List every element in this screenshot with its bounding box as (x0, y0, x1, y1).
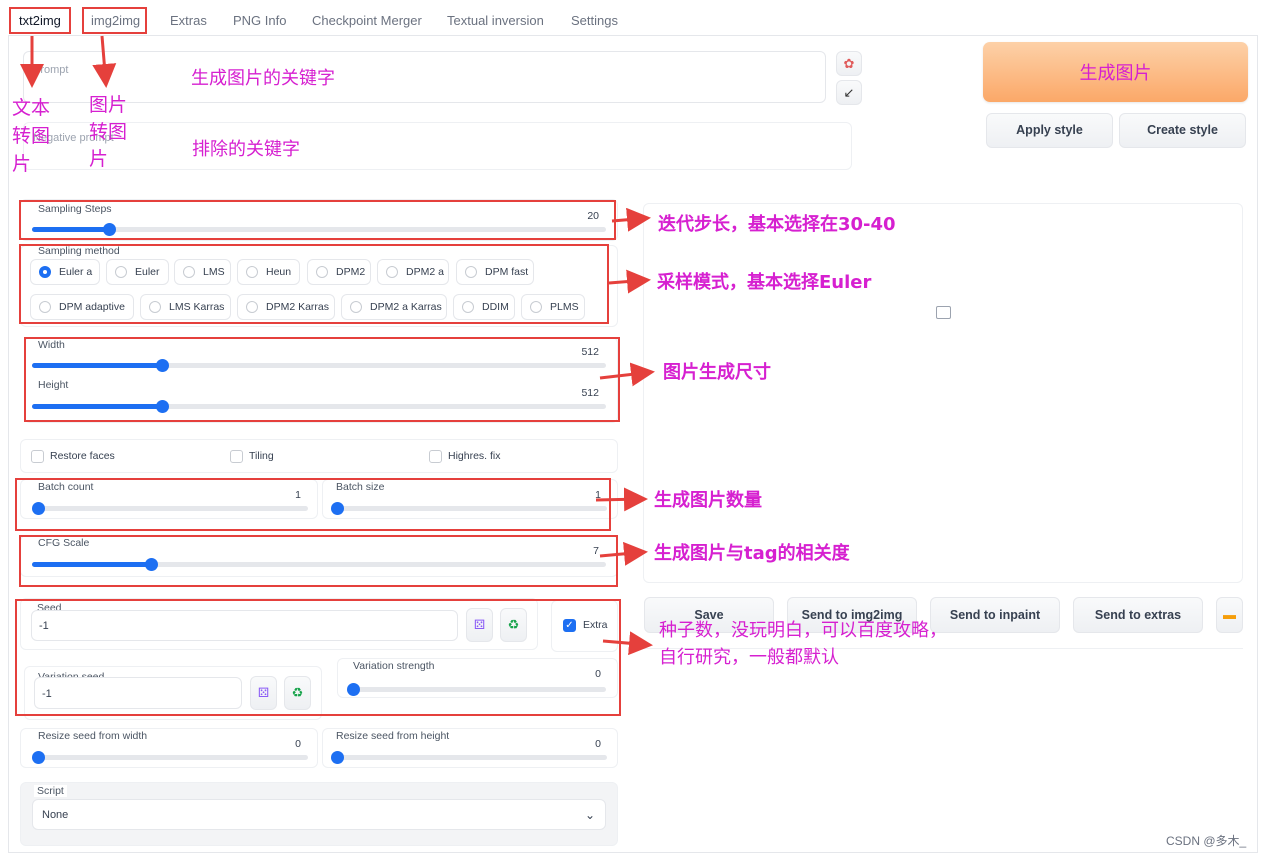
watermark: CSDN @多木_ (1166, 834, 1247, 848)
annotation-steps: 迭代步长，基本选择在30-40 (658, 214, 896, 235)
annotation-cfg: 生成图片与tag的相关度 (654, 543, 850, 564)
annotation-negative: 排除的关键字 (192, 139, 300, 160)
annotation-arrows (20, 35, 655, 656)
annotation-img2img: 图片 转图 片 (89, 94, 128, 170)
annotation-seed: 种子数，没玩明白，可以百度攻略， 自行研究，一般都默认 (659, 620, 947, 668)
annotation-method: 采样模式，基本选择Euler (657, 272, 872, 293)
annotation-size: 图片生成尺寸 (663, 362, 771, 383)
annotation-prompt: 生成图片的关键字 (191, 68, 335, 89)
annotation-txt2img: 文本 转图 片 (12, 97, 51, 175)
annotation-batch: 生成图片数量 (654, 490, 762, 511)
